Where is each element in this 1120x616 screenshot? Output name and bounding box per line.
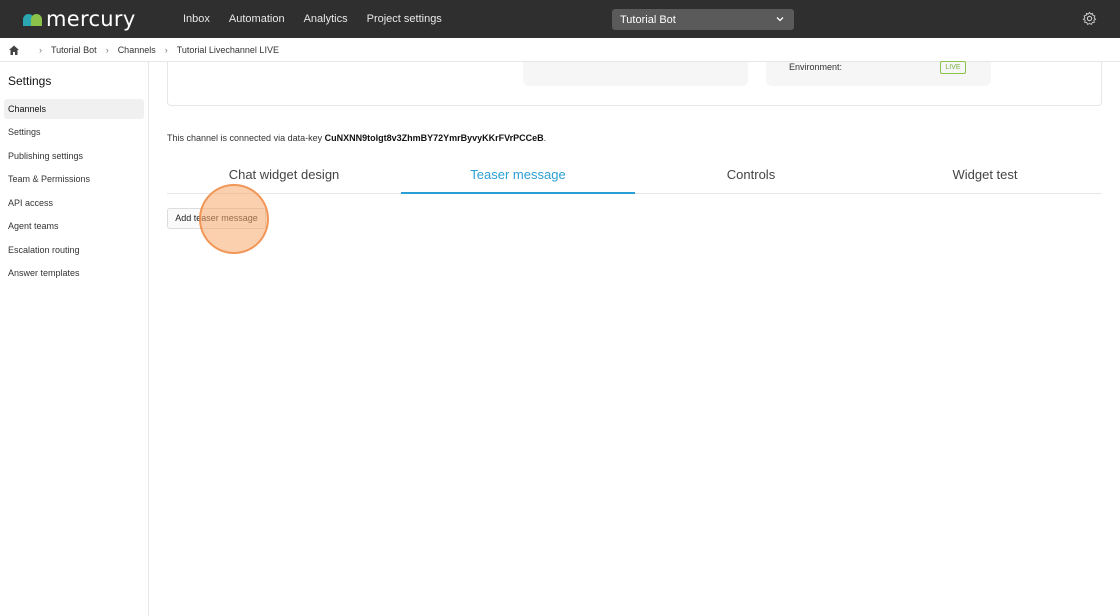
logo-text: mercury [46, 7, 136, 31]
channel-tabs: Chat widget design Teaser message Contro… [167, 160, 1102, 194]
bot-select-value: Tutorial Bot [620, 13, 676, 26]
main-nav: Inbox Automation Analytics Project setti… [183, 0, 461, 38]
home-icon[interactable] [8, 44, 20, 56]
chevron-down-icon [776, 17, 784, 22]
datakey-suffix: . [543, 133, 547, 143]
live-badge: LIVE [940, 61, 966, 74]
sidebar-item-answer-templates[interactable]: Answer templates [4, 263, 144, 283]
sidebar-item-settings[interactable]: Settings [4, 122, 144, 142]
environment-label: Environment: [789, 62, 843, 72]
nav-automation[interactable]: Automation [229, 13, 285, 25]
sidebar-item-escalation-routing[interactable]: Escalation routing [4, 240, 144, 260]
sidebar-item-channels[interactable]: Channels [4, 99, 144, 119]
chevron-right-icon: › [105, 44, 109, 55]
breadcrumb: › Tutorial Bot › Channels › Tutorial Liv… [0, 38, 1120, 62]
tab-teaser-message[interactable]: Teaser message [401, 160, 635, 194]
tab-chat-widget-design[interactable]: Chat widget design [167, 160, 401, 194]
bot-select[interactable]: Tutorial Bot [612, 9, 794, 30]
tab-widget-test[interactable]: Widget test [868, 160, 1102, 194]
nav-inbox[interactable]: Inbox [183, 13, 210, 25]
top-navbar: mercury Inbox Automation Analytics Proje… [0, 0, 1120, 38]
datakey-prefix: This channel is connected via data-key [167, 133, 325, 143]
logo-icon [23, 12, 42, 26]
nav-project-settings[interactable]: Project settings [367, 13, 442, 25]
settings-sidebar: Settings Channels Settings Publishing se… [0, 62, 149, 616]
datakey-value: CuNXNN9tolgt8v3ZhmBY72YmrByvyKKrFVrPCCeB [324, 133, 544, 143]
chevron-right-icon: › [39, 44, 42, 55]
sidebar-item-team-permissions[interactable]: Team & Permissions [4, 169, 144, 189]
sidebar-item-publishing-settings[interactable]: Publishing settings [4, 146, 144, 166]
add-teaser-message-button[interactable]: Add teaser message [167, 208, 266, 229]
info-box [523, 62, 748, 86]
nav-analytics[interactable]: Analytics [304, 13, 348, 25]
gear-icon[interactable] [1082, 11, 1097, 26]
datakey-text: This channel is connected via data-key C… [167, 133, 546, 143]
sidebar-item-api-access[interactable]: API access [4, 193, 144, 213]
sidebar-item-agent-teams[interactable]: Agent teams [4, 216, 144, 236]
breadcrumb-channels[interactable]: Channels [118, 45, 156, 55]
chevron-right-icon: › [164, 44, 168, 55]
tab-controls[interactable]: Controls [634, 160, 868, 194]
breadcrumb-current-channel[interactable]: Tutorial Livechannel LIVE [177, 45, 279, 55]
logo[interactable]: mercury [23, 7, 136, 31]
sidebar-title: Settings [8, 74, 52, 88]
breadcrumb-tutorial-bot[interactable]: Tutorial Bot [51, 45, 97, 55]
